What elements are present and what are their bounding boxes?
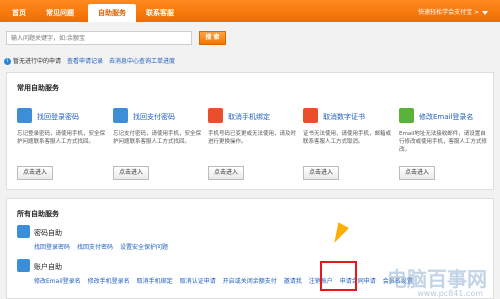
tab-home[interactable]: 首页 bbox=[6, 4, 32, 22]
link-item[interactable]: 取消认证申请 bbox=[180, 278, 216, 285]
card-description: 手机号码已变更或无法使用，请及时进行更换操作。 bbox=[208, 131, 297, 145]
card-title[interactable]: 取消数字证书 bbox=[323, 112, 365, 122]
card-title[interactable]: 取消手机绑定 bbox=[228, 112, 270, 122]
account-icon bbox=[17, 259, 30, 272]
search-button[interactable]: 搜 索 bbox=[199, 31, 226, 45]
tab-contact[interactable]: 联系客服 bbox=[140, 4, 180, 22]
link-item[interactable]: 邀请我 bbox=[284, 278, 302, 285]
link-item[interactable]: 取消手机绑定 bbox=[137, 278, 173, 285]
lock-icon bbox=[17, 108, 32, 123]
phone-cancel-icon bbox=[208, 108, 223, 123]
info-icon: i bbox=[4, 58, 11, 65]
card-enter-button[interactable]: 点击进入 bbox=[17, 166, 53, 180]
search-input[interactable] bbox=[6, 31, 192, 45]
card-change-email: 修改Email登录名 Email地址无法接收邮件，请设置自行修改或使用手机，客服… bbox=[397, 108, 487, 180]
link-item[interactable]: 修改Email登录名 bbox=[34, 278, 81, 285]
card-enter-button[interactable]: 点击进入 bbox=[113, 166, 149, 180]
card-title[interactable]: 找回支付密码 bbox=[133, 112, 175, 122]
watermark-url: www.pc841.com bbox=[417, 289, 483, 298]
card-enter-button[interactable]: 点击进入 bbox=[303, 166, 339, 180]
card-enter-button[interactable]: 点击进入 bbox=[399, 166, 435, 180]
common-services-panel: 常用自助服务 找回登录密码 忘记登录密码，请使用手机，安全保护问题联系客服人工方… bbox=[6, 72, 494, 190]
card-find-login-password: 找回登录密码 忘记登录密码，请使用手机，安全保护问题联系客服人工方式找回。 点击… bbox=[15, 108, 105, 180]
section-links: 修改Email登录名 修改手机登录名 取消手机绑定 取消认证申请 开启或关闭余额支付 邀请… bbox=[34, 276, 420, 285]
quick-learn-label[interactable]: 快速轻松学会支付宝 > bbox=[418, 9, 479, 16]
card-description: 证书无法使用，请使用手机，邮箱或联系客服人工方式取消。 bbox=[303, 131, 392, 145]
section-links: 找回登录密码 找回支付密码 设置安全保护问题 bbox=[34, 242, 175, 251]
link-item[interactable]: 修改手机登录名 bbox=[88, 278, 130, 285]
panel-title: 所有自助服务 bbox=[17, 210, 59, 218]
card-description: 忘记支付密码，请使用手机，安全保护问题联系客服人工方式找回。 bbox=[113, 131, 202, 145]
card-title[interactable]: 修改Email登录名 bbox=[419, 112, 473, 122]
key-icon bbox=[113, 108, 128, 123]
message-center-link[interactable]: 去消息中心查询工单进度 bbox=[109, 58, 175, 65]
link-item[interactable]: 找回登录密码 bbox=[34, 244, 70, 251]
view-records-link[interactable]: 查看申请记录 bbox=[67, 58, 103, 65]
section-title: 密码自助 bbox=[34, 229, 62, 237]
card-cancel-certificate: 取消数字证书 证书无法使用，请使用手机，邮箱或联系客服人工方式取消。 点击进入 bbox=[301, 108, 391, 180]
highlight-box bbox=[320, 261, 357, 291]
tab-self-service[interactable]: 自助服务 bbox=[88, 4, 136, 22]
notice-text: 暂无进行中的申请 bbox=[13, 58, 62, 65]
section-title: 账户自助 bbox=[34, 263, 62, 271]
tab-faq[interactable]: 常见问题 bbox=[40, 4, 80, 22]
card-title[interactable]: 找回登录密码 bbox=[37, 112, 79, 122]
link-item[interactable]: 开启或关闭余额支付 bbox=[223, 278, 277, 285]
quick-learn-link[interactable]: 快速轻松学会支付宝 > bbox=[418, 7, 488, 16]
chevron-down-icon bbox=[482, 10, 488, 15]
card-description: Email地址无法接收邮件，请设置自行修改或使用手机，客服人工方式修改。 bbox=[399, 131, 488, 153]
panel-title: 常用自助服务 bbox=[17, 84, 59, 92]
notice-bar: i 暂无进行中的申请 查看申请记录 去消息中心查询工单进度 bbox=[4, 56, 175, 66]
link-item[interactable]: 找回支付密码 bbox=[77, 244, 113, 251]
top-nav-bar: 首页 常见问题 自助服务 联系客服 快速轻松学会支付宝 > bbox=[0, 0, 500, 22]
all-services-panel: 所有自助服务 密码自助 找回登录密码 找回支付密码 设置安全保护问题 账户自助 修改… bbox=[6, 198, 494, 299]
certificate-cancel-icon bbox=[303, 108, 318, 123]
card-enter-button[interactable]: 点击进入 bbox=[208, 166, 244, 180]
card-description: 忘记登录密码，请使用手机，安全保护问题联系客服人工方式找回。 bbox=[17, 131, 106, 145]
watermark: 电脑百事网 bbox=[387, 267, 487, 291]
card-find-pay-password: 找回支付密码 忘记支付密码，请使用手机，安全保护问题联系客服人工方式找回。 点击… bbox=[111, 108, 201, 180]
email-edit-icon bbox=[399, 108, 414, 123]
password-icon bbox=[17, 225, 30, 238]
link-item[interactable]: 设置安全保护问题 bbox=[120, 244, 168, 251]
card-cancel-phone-binding: 取消手机绑定 手机号码已变更或无法使用，请及时进行更换操作。 点击进入 bbox=[206, 108, 296, 180]
